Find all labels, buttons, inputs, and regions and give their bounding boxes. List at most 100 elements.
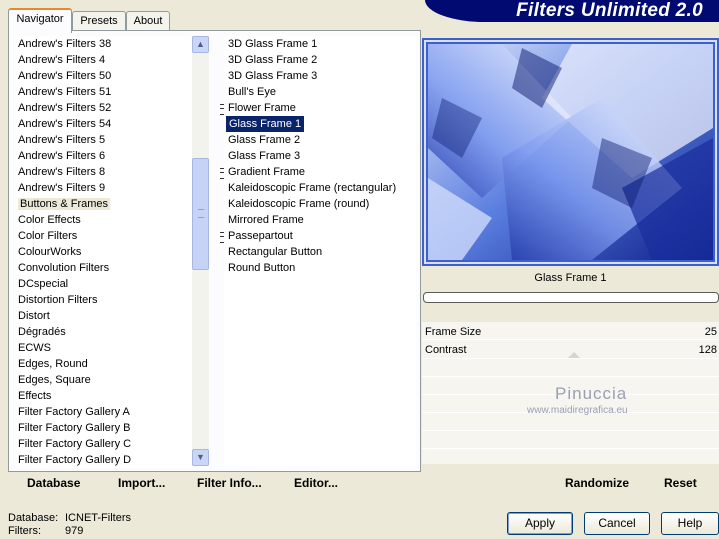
filter-item[interactable]: Glass Frame 2	[224, 132, 416, 148]
category-item[interactable]: Filter Factory Gallery B	[16, 420, 192, 436]
param-value-frame-size[interactable]: 25	[705, 326, 717, 338]
tab-navigator[interactable]: Navigator	[8, 8, 72, 33]
category-item[interactable]: Filter Factory Gallery C	[16, 436, 192, 452]
preview-image	[422, 38, 719, 266]
filter-item[interactable]: Gradient Frame	[220, 164, 416, 180]
cancel-button[interactable]: Cancel	[584, 512, 650, 535]
category-item[interactable]: DCspecial	[16, 276, 192, 292]
category-item[interactable]: Buttons & Frames	[16, 196, 192, 212]
category-item-label: Andrew's Filters 51	[18, 86, 112, 98]
category-item-label: Color Filters	[18, 230, 78, 242]
category-item-label: Andrew's Filters 50	[18, 70, 112, 82]
filter-item-label: Flower Frame	[228, 102, 296, 114]
filter-list[interactable]: 3D Glass Frame 1 3D Glass Frame 2 3D Glass…	[220, 36, 416, 466]
category-item[interactable]: Color Filters	[16, 228, 192, 244]
scroll-down-button[interactable]: ▼	[192, 449, 209, 466]
category-item[interactable]: ColourWorks	[16, 244, 192, 260]
category-item-label: Filter Factory Gallery A	[18, 406, 130, 418]
category-list[interactable]: Andrew's Filters 38 Andrew's Filters 4 And…	[16, 36, 192, 468]
watermark-url: www.maidiregrafica.eu	[527, 405, 628, 416]
filters-count-value: 979	[65, 525, 84, 537]
category-item[interactable]: Andrew's Filters 50	[16, 68, 192, 84]
category-item[interactable]: Andrew's Filters 9	[16, 180, 192, 196]
category-item-label: Andrew's Filters 4	[18, 54, 106, 66]
randomize-button[interactable]: Randomize	[565, 476, 629, 490]
category-item[interactable]: Andrew's Filters 8	[16, 164, 192, 180]
category-item[interactable]: Distort	[16, 308, 192, 324]
category-item[interactable]: Color Effects	[16, 212, 192, 228]
scroll-up-button[interactable]: ▲	[192, 36, 209, 53]
category-item[interactable]: Filter Factory Gallery D	[16, 452, 192, 468]
filter-item-label: Round Button	[228, 262, 296, 274]
filter-item[interactable]: 3D Glass Frame 2	[224, 52, 416, 68]
category-item[interactable]: Andrew's Filters 51	[16, 84, 192, 100]
category-item[interactable]: Convolution Filters	[16, 260, 192, 276]
category-item[interactable]: Andrew's Filters 54	[16, 116, 192, 132]
category-item-label: ColourWorks	[18, 246, 82, 258]
category-item-label: Filter Factory Gallery C	[18, 438, 132, 450]
filter-item[interactable]: Bull's Eye	[224, 84, 416, 100]
category-item[interactable]: Andrew's Filters 4	[16, 52, 192, 68]
settings-grip-icon	[220, 232, 224, 243]
filter-item[interactable]: Kaleidoscopic Frame (rectangular)	[224, 180, 416, 196]
category-item-label: DCspecial	[18, 278, 69, 290]
filter-item[interactable]: Mirrored Frame	[224, 212, 416, 228]
param-value-contrast[interactable]: 128	[699, 344, 717, 356]
filter-item-label: Kaleidoscopic Frame (round)	[228, 198, 370, 210]
category-item-label: Filter Factory Gallery D	[18, 454, 132, 466]
category-item-label: Andrew's Filters 38	[18, 38, 112, 50]
param-label-contrast: Contrast	[425, 344, 467, 356]
category-item[interactable]: Distortion Filters	[16, 292, 192, 308]
category-item[interactable]: Andrew's Filters 5	[16, 132, 192, 148]
filter-item-label: Glass Frame 3	[228, 150, 301, 162]
filter-item-label: Bull's Eye	[228, 86, 276, 98]
category-item[interactable]: Edges, Square	[16, 372, 192, 388]
settings-grip-icon	[220, 168, 224, 179]
category-item[interactable]: Andrew's Filters 38	[16, 36, 192, 52]
category-item-label: Edges, Square	[18, 374, 91, 386]
filter-item[interactable]: Round Button	[224, 260, 416, 276]
category-item-label: Distortion Filters	[18, 294, 98, 306]
settings-grip-icon	[220, 104, 224, 115]
database-button[interactable]: Database	[27, 476, 80, 490]
filter-item-label: Rectangular Button	[228, 246, 323, 258]
filter-item[interactable]: 3D Glass Frame 3	[224, 68, 416, 84]
filters-count-label: Filters:	[8, 525, 41, 537]
editor-button[interactable]: Editor...	[294, 476, 338, 490]
category-scrollbar[interactable]: ▲ ▼	[192, 36, 209, 466]
param-label-frame-size: Frame Size	[425, 326, 482, 338]
tab-about[interactable]: About	[126, 11, 170, 31]
category-item[interactable]: Andrew's Filters 52	[16, 100, 192, 116]
category-item-label: Buttons & Frames	[18, 198, 111, 210]
tab-presets[interactable]: Presets	[72, 11, 126, 31]
filter-item[interactable]: Glass Frame 1	[224, 116, 416, 132]
category-item[interactable]: Edges, Round	[16, 356, 192, 372]
import-button[interactable]: Import...	[118, 476, 165, 490]
filter-item[interactable]: Rectangular Button	[224, 244, 416, 260]
filter-item-selected-label: Glass Frame 1	[226, 116, 305, 132]
preview-progress-bar	[423, 292, 719, 303]
filter-item[interactable]: Flower Frame	[220, 100, 416, 116]
category-item[interactable]: Dégradés	[16, 324, 192, 340]
watermark-name: Pinuccia	[555, 384, 628, 403]
category-item[interactable]: ECWS	[16, 340, 192, 356]
filter-item-label: Glass Frame 2	[228, 134, 301, 146]
category-item-label: Andrew's Filters 52	[18, 102, 112, 114]
category-item-label: ECWS	[18, 342, 51, 354]
help-button[interactable]: Help	[661, 512, 719, 535]
category-item[interactable]: Filter Factory Gallery A	[16, 404, 192, 420]
category-item-label: Dégradés	[18, 326, 66, 338]
scroll-thumb[interactable]	[192, 158, 209, 270]
filter-item[interactable]: 3D Glass Frame 1	[224, 36, 416, 52]
category-item[interactable]: Andrew's Filters 6	[16, 148, 192, 164]
filter-item[interactable]: Kaleidoscopic Frame (round)	[224, 196, 416, 212]
preview-filter-name: Glass Frame 1	[534, 272, 607, 284]
filter-item[interactable]: Glass Frame 3	[224, 148, 416, 164]
slider-marker-icon[interactable]	[568, 352, 580, 358]
filter-info-button[interactable]: Filter Info...	[197, 476, 262, 490]
apply-button[interactable]: Apply	[507, 512, 573, 535]
reset-button[interactable]: Reset	[664, 476, 697, 490]
filter-item[interactable]: Passepartout	[220, 228, 416, 244]
category-item[interactable]: Effects	[16, 388, 192, 404]
category-item-label: Convolution Filters	[18, 262, 110, 274]
